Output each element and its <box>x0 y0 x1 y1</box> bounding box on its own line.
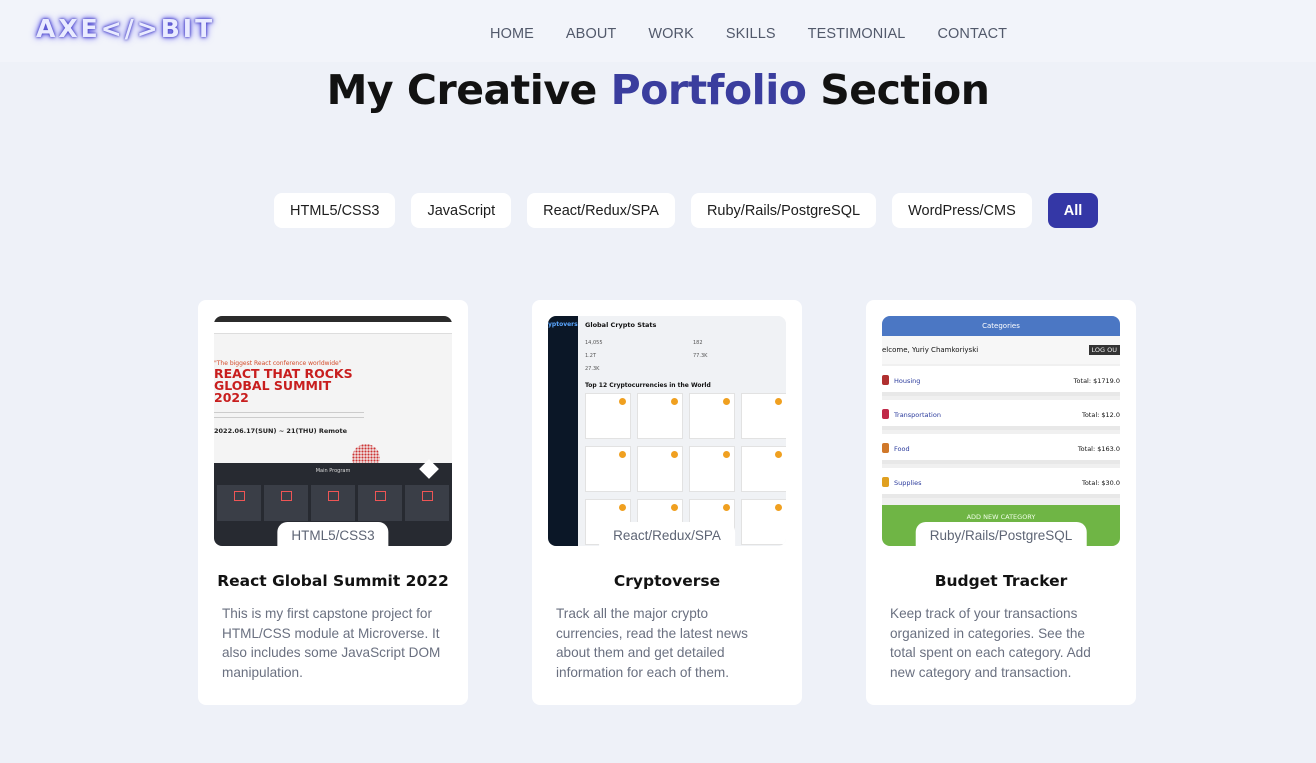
thumb-text-lines <box>214 412 364 418</box>
filter-ruby-rails[interactable]: Ruby/Rails/PostgreSQL <box>690 193 877 228</box>
thumb-welcome-bar: elcome, Yuriy Chamkoriyski LOG OU <box>882 336 1120 364</box>
project-card-react-summit[interactable]: "The biggest React conference worldwide"… <box>198 300 468 705</box>
thumb-add-label: ADD NEW CATEGORY <box>966 513 1036 521</box>
filter-react[interactable]: React/Redux/SPA <box>527 193 675 228</box>
transport-icon <box>882 409 889 419</box>
title-accent: Portfolio <box>610 66 807 114</box>
filter-all[interactable]: All <box>1047 193 1099 228</box>
category-label: Supplies <box>894 479 922 487</box>
project-description: Keep track of your transactions organize… <box>890 606 1091 680</box>
nav-home[interactable]: HOME <box>490 26 534 42</box>
coin-card <box>637 393 683 439</box>
filter-html-css[interactable]: HTML5/CSS3 <box>274 193 396 228</box>
thumb-logout: LOG OU <box>1088 345 1120 355</box>
filter-javascript[interactable]: JavaScript <box>411 193 512 228</box>
thumb-header: Categories <box>882 316 1120 336</box>
program-cell <box>264 485 308 521</box>
category-row: Food Total: $163.0 <box>882 434 1120 464</box>
coin-card <box>585 393 631 439</box>
coin-card <box>741 446 786 492</box>
thumb-headline: REACT THAT ROCKS GLOBAL SUMMIT 2022 <box>214 367 353 405</box>
filter-bar: HTML5/CSS3 JavaScript React/Redux/SPA Ru… <box>274 193 1099 228</box>
thumb-stat: 1.2T <box>585 353 597 359</box>
thumb-brand: yptoverse <box>548 321 582 328</box>
project-description: Track all the major crypto currencies, r… <box>556 606 748 680</box>
program-cell <box>311 485 355 521</box>
project-screenshot[interactable]: "The biggest React conference worldwide"… <box>214 316 452 546</box>
category-row: Housing Total: $1719.0 <box>882 366 1120 396</box>
thumb-subheading: Top 12 Cryptocurrencies in the World <box>585 382 711 389</box>
category-row: Supplies Total: $30.0 <box>882 468 1120 498</box>
category-total: Total: $30.0 <box>1081 479 1120 487</box>
title-part-1: My Creative <box>326 66 611 114</box>
project-title: React Global Summit 2022 <box>217 572 449 590</box>
nav-about[interactable]: ABOUT <box>566 26 616 42</box>
project-screenshot[interactable]: Categories elcome, Yuriy Chamkoriyski LO… <box>882 316 1120 546</box>
thumb-heading: Global Crypto Stats <box>585 321 657 329</box>
thumb-stat: 182 <box>693 340 703 346</box>
project-screenshot[interactable]: yptoverse Global Crypto Stats 14,055 182… <box>548 316 786 546</box>
project-tag: Ruby/Rails/PostgreSQL <box>915 522 1087 546</box>
thumb-main: Global Crypto Stats 14,055 182 1.2T 77.3… <box>578 316 786 546</box>
supplies-icon <box>882 477 889 487</box>
thumb-welcome: elcome, Yuriy Chamkoriyski <box>882 346 979 354</box>
nav-contact[interactable]: CONTACT <box>937 26 1007 42</box>
coin-card <box>741 393 786 439</box>
project-title: Cryptoverse <box>613 572 721 590</box>
thumb-date: 2022.06.17(SUN) ~ 21(THU) Remote <box>214 427 348 435</box>
project-card-budget-tracker[interactable]: Categories elcome, Yuriy Chamkoriyski LO… <box>866 300 1136 705</box>
coin-card <box>741 499 786 545</box>
thumb-stat: 14,055 <box>585 340 603 346</box>
project-description: This is my first capstone project for HT… <box>222 606 441 680</box>
thumb-program-label: Main Program <box>315 468 351 474</box>
thumb-headline-3: 2022 <box>214 390 249 405</box>
title-part-2: Section <box>806 66 990 114</box>
filter-wordpress[interactable]: WordPress/CMS <box>892 193 1032 228</box>
program-cell <box>217 485 261 521</box>
category-total: Total: $163.0 <box>1077 445 1120 453</box>
program-cell <box>405 485 449 521</box>
category-row: Transportation Total: $12.0 <box>882 400 1120 430</box>
coin-card <box>585 446 631 492</box>
nav-skills[interactable]: SKILLS <box>726 26 776 42</box>
category-label: Transportation <box>894 411 941 419</box>
program-cell <box>358 485 402 521</box>
food-icon <box>882 443 889 453</box>
project-tag: React/Redux/SPA <box>599 522 735 546</box>
thumb-stat: 27.3K <box>585 366 600 372</box>
category-total: Total: $1719.0 <box>1073 377 1120 385</box>
thumb-stat: 77.3K <box>693 353 708 359</box>
house-icon <box>882 375 889 385</box>
thumb-sidebar: yptoverse <box>548 316 582 546</box>
project-tag: HTML5/CSS3 <box>277 522 389 546</box>
main-nav: HOME ABOUT WORK SKILLS TESTIMONIAL CONTA… <box>490 26 1007 42</box>
logo[interactable]: AXE</>BIT <box>36 14 215 43</box>
coin-card <box>689 393 735 439</box>
coin-card <box>637 446 683 492</box>
thumb-navbar <box>214 322 452 334</box>
nav-work[interactable]: WORK <box>648 26 694 42</box>
site-header: AXE</>BIT HOME ABOUT WORK SKILLS TESTIMO… <box>0 0 1316 62</box>
project-card-cryptoverse[interactable]: yptoverse Global Crypto Stats 14,055 182… <box>532 300 802 705</box>
category-total: Total: $12.0 <box>1081 411 1120 419</box>
project-title: Budget Tracker <box>934 572 1068 590</box>
category-label: Housing <box>894 377 921 385</box>
nav-testimonial[interactable]: TESTIMONIAL <box>808 26 906 42</box>
coin-card <box>689 446 735 492</box>
section-title: My Creative Portfolio Section <box>0 66 1316 114</box>
category-label: Food <box>894 445 910 453</box>
